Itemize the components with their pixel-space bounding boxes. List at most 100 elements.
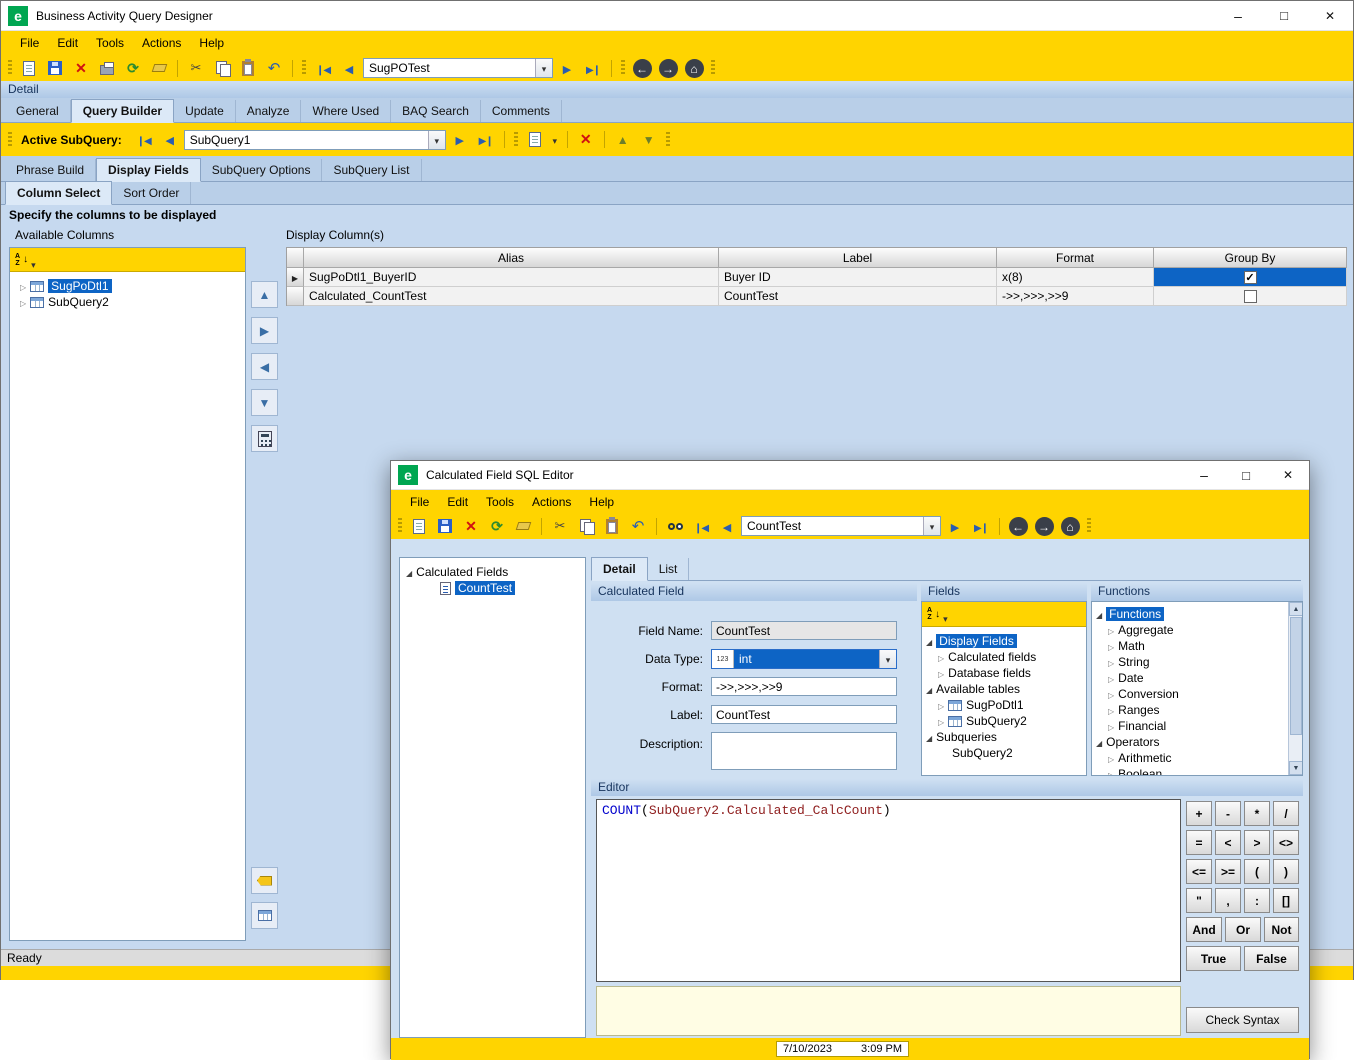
- forward-button[interactable]: [1032, 515, 1056, 537]
- cut-button[interactable]: [548, 515, 572, 537]
- record-combobox[interactable]: CountTest: [741, 516, 941, 536]
- home-button[interactable]: [1058, 515, 1082, 537]
- cell-groupby[interactable]: [1154, 268, 1347, 287]
- combo-dropdown-button[interactable]: [879, 650, 896, 668]
- expander-icon[interactable]: [406, 565, 412, 579]
- functions-item-math[interactable]: Math: [1108, 638, 1145, 654]
- grid-header-groupby[interactable]: Group By: [1154, 248, 1347, 268]
- tree-item-counttest[interactable]: CountTest: [440, 580, 515, 596]
- remove-column-button[interactable]: ◀: [251, 353, 278, 380]
- delete-button[interactable]: [69, 57, 93, 79]
- clear-button[interactable]: [511, 515, 535, 537]
- dialog-close-button[interactable]: [1267, 461, 1309, 489]
- fields-item-available-tables[interactable]: Available tables: [926, 681, 1020, 697]
- new-subquery-dropdown[interactable]: [549, 129, 561, 151]
- functions-scrollbar[interactable]: ▲ ▼: [1288, 602, 1302, 775]
- scroll-thumb[interactable]: [1290, 617, 1302, 735]
- save-button[interactable]: [43, 57, 67, 79]
- copy-button[interactable]: [210, 57, 234, 79]
- groupby-checkbox[interactable]: [1244, 290, 1257, 303]
- op-lparen-button[interactable]: (: [1244, 859, 1270, 884]
- toolbar-grip[interactable]: [302, 60, 306, 76]
- home-button[interactable]: [682, 57, 706, 79]
- grid-view-button[interactable]: [251, 902, 278, 929]
- description-input[interactable]: [711, 732, 897, 770]
- op-gt-button[interactable]: >: [1244, 830, 1270, 855]
- add-column-button[interactable]: ▶: [251, 317, 278, 344]
- fields-item-calculated-fields[interactable]: Calculated fields: [938, 649, 1036, 665]
- query-combobox[interactable]: SugPOTest: [363, 58, 553, 78]
- combo-dropdown-button[interactable]: [428, 131, 445, 149]
- next-record-button[interactable]: [943, 515, 967, 537]
- expander-icon[interactable]: [1108, 687, 1114, 701]
- functions-item-functions[interactable]: Functions: [1096, 606, 1164, 622]
- toolbar-grip[interactable]: [8, 60, 12, 76]
- undo-button[interactable]: [626, 515, 650, 537]
- expander-icon[interactable]: [1096, 735, 1102, 749]
- functions-item-financial[interactable]: Financial: [1108, 718, 1166, 734]
- field-name-input[interactable]: CountTest: [711, 621, 897, 640]
- tab-general[interactable]: General: [5, 100, 71, 122]
- tab-subquery-options[interactable]: SubQuery Options: [201, 159, 323, 181]
- first-record-button[interactable]: [311, 57, 335, 79]
- toolbar-grip[interactable]: [666, 132, 670, 148]
- first-record-button[interactable]: [689, 515, 713, 537]
- tab-comments[interactable]: Comments: [481, 100, 562, 122]
- op-minus-button[interactable]: -: [1215, 801, 1241, 826]
- functions-item-ranges[interactable]: Ranges: [1108, 702, 1160, 718]
- toolbar-grip[interactable]: [8, 132, 12, 148]
- expander-icon[interactable]: [938, 714, 944, 728]
- fields-item-sugpodtl1[interactable]: SugPoDtl1: [938, 697, 1024, 713]
- tab-list[interactable]: List: [648, 558, 690, 580]
- clear-button[interactable]: [147, 57, 171, 79]
- functions-item-string[interactable]: String: [1108, 654, 1150, 670]
- menu-help[interactable]: Help: [580, 492, 623, 512]
- cell-groupby[interactable]: [1154, 287, 1347, 306]
- expander-icon[interactable]: [1108, 767, 1114, 776]
- check-syntax-button[interactable]: Check Syntax: [1186, 1007, 1299, 1033]
- menu-actions[interactable]: Actions: [523, 492, 580, 512]
- op-div-button[interactable]: /: [1273, 801, 1299, 826]
- maximize-button[interactable]: [1261, 1, 1307, 30]
- op-ne-button[interactable]: <>: [1273, 830, 1299, 855]
- tab-display-fields[interactable]: Display Fields: [96, 158, 201, 182]
- op-eq-button[interactable]: =: [1186, 830, 1212, 855]
- print-button[interactable]: [95, 57, 119, 79]
- op-colon-button[interactable]: :: [1244, 888, 1270, 913]
- tab-baq-search[interactable]: BAQ Search: [391, 100, 481, 122]
- expander-icon[interactable]: [1108, 623, 1114, 637]
- cell-format[interactable]: x(8): [997, 268, 1154, 287]
- functions-item-aggregate[interactable]: Aggregate: [1108, 622, 1174, 638]
- expander-icon[interactable]: [926, 682, 932, 696]
- toolbar-grip[interactable]: [621, 60, 625, 76]
- op-or-button[interactable]: Or: [1225, 917, 1261, 942]
- cell-label[interactable]: Buyer ID: [719, 268, 997, 287]
- last-record-button[interactable]: [581, 57, 605, 79]
- groupby-checkbox[interactable]: [1244, 271, 1257, 284]
- tab-query-builder[interactable]: Query Builder: [71, 99, 174, 123]
- tab-subquery-list[interactable]: SubQuery List: [322, 159, 421, 181]
- op-true-button[interactable]: True: [1186, 946, 1241, 971]
- tab-analyze[interactable]: Analyze: [236, 100, 302, 122]
- new-button[interactable]: [17, 57, 41, 79]
- fields-item-subquery2-child[interactable]: SubQuery2: [952, 745, 1013, 761]
- op-not-button[interactable]: Not: [1264, 917, 1299, 942]
- expander-icon[interactable]: [938, 698, 944, 712]
- op-rparen-button[interactable]: ): [1273, 859, 1299, 884]
- row-selector[interactable]: [287, 287, 304, 306]
- back-button[interactable]: [630, 57, 654, 79]
- expander-icon[interactable]: [1108, 671, 1114, 685]
- tab-column-select[interactable]: Column Select: [5, 181, 112, 205]
- combo-dropdown-button[interactable]: [923, 517, 940, 535]
- minimize-button[interactable]: [1215, 1, 1261, 30]
- subquery-next-button[interactable]: [448, 129, 472, 151]
- expander-icon[interactable]: [1108, 719, 1114, 733]
- save-button[interactable]: [433, 515, 457, 537]
- expander-icon[interactable]: [1108, 751, 1114, 765]
- menu-actions[interactable]: Actions: [133, 33, 190, 53]
- combo-dropdown-button[interactable]: [535, 59, 552, 77]
- undo-button[interactable]: [262, 57, 286, 79]
- move-subquery-up-button[interactable]: [611, 129, 635, 151]
- subquery-combobox[interactable]: SubQuery1: [184, 130, 446, 150]
- scroll-up-button[interactable]: ▲: [1289, 602, 1303, 616]
